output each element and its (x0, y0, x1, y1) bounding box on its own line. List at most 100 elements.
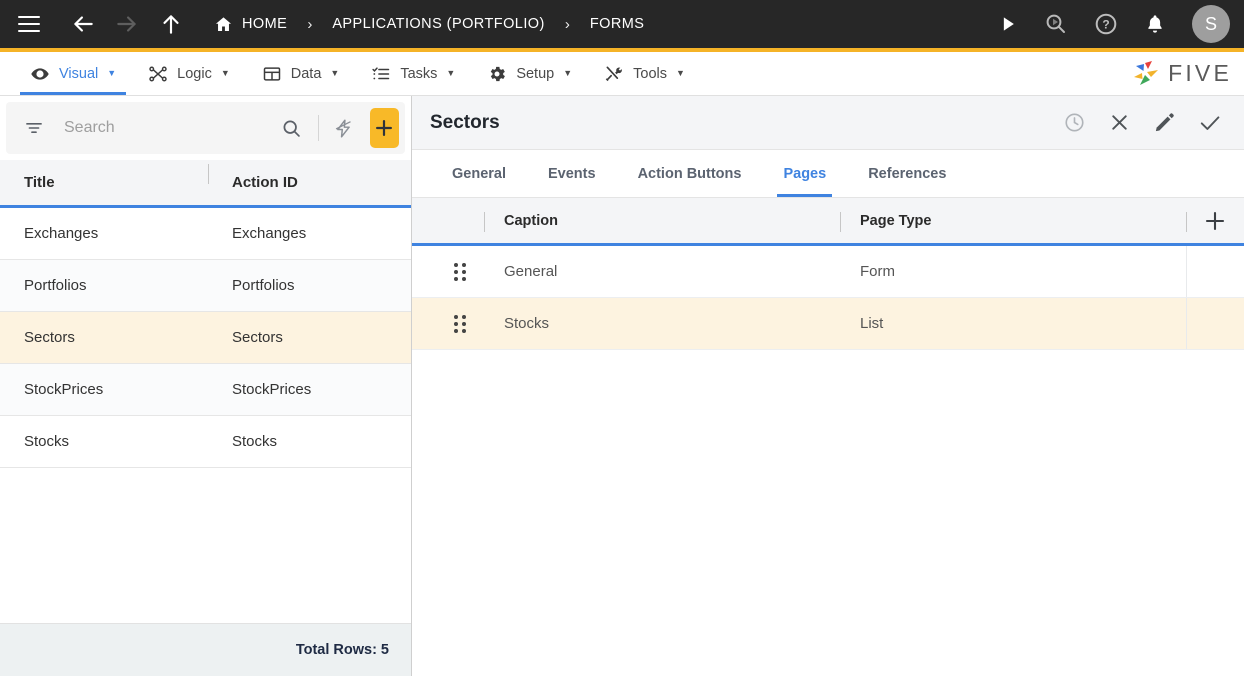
main-content: Title Action ID Exchanges Exchanges Port… (0, 96, 1244, 676)
chevron-down-icon: ▼ (220, 68, 230, 78)
detail-header: Sectors (412, 96, 1244, 150)
table-row[interactable]: Stocks Stocks (0, 416, 411, 468)
total-rows-footer: Total Rows: 5 (0, 623, 411, 676)
top-bar-actions: ? S (998, 5, 1230, 43)
cell-action-id: Exchanges (232, 225, 307, 242)
breadcrumb-item-applications[interactable]: APPLICATIONS (PORTFOLIO) (332, 16, 545, 32)
cell-action-id: Stocks (232, 433, 278, 450)
cell-action-id: Portfolios (232, 277, 295, 294)
tab-action-buttons[interactable]: Action Buttons (624, 150, 756, 197)
up-arrow-icon[interactable] (158, 11, 184, 37)
drag-handle-icon[interactable] (436, 246, 484, 297)
tab-label: References (868, 165, 947, 182)
cell-caption: General (504, 263, 558, 280)
breadcrumb-item-forms[interactable]: FORMS (590, 16, 645, 32)
menu-item-label: Visual (59, 65, 99, 82)
tab-label: Pages (783, 165, 827, 182)
logic-nodes-icon (148, 64, 168, 84)
menu-item-tools[interactable]: Tools ▼ (588, 52, 701, 95)
table-row[interactable]: StockPrices StockPrices (0, 364, 411, 416)
column-header-title[interactable]: Title (0, 174, 208, 191)
left-panel: Title Action ID Exchanges Exchanges Port… (0, 96, 412, 676)
column-header-page-type[interactable]: Page Type (840, 198, 1186, 243)
table-empty-space (412, 350, 1244, 676)
search-run-icon[interactable] (1044, 12, 1068, 36)
cell-caption: Stocks (504, 315, 550, 332)
chevron-down-icon: ▼ (676, 68, 685, 78)
menu-item-data[interactable]: Data ▼ (246, 52, 356, 95)
eye-icon (30, 64, 50, 84)
chevron-down-icon: ▼ (107, 68, 117, 78)
menu-item-label: Tools (633, 65, 667, 82)
pages-table-header: Caption Page Type (412, 198, 1244, 246)
cell-action-id: StockPrices (232, 381, 312, 398)
back-arrow-icon[interactable] (70, 11, 96, 37)
menu-item-setup[interactable]: Setup ▼ (471, 52, 588, 95)
search-bar (6, 102, 405, 154)
tab-events[interactable]: Events (534, 150, 610, 197)
five-logo: FIVE (1131, 52, 1244, 95)
breadcrumb: HOME › APPLICATIONS (PORTFOLIO) › FORMS (214, 15, 644, 34)
lightning-bolt-icon[interactable] (325, 114, 362, 143)
five-pinwheel-icon (1134, 60, 1159, 85)
page-title: Sectors (430, 111, 500, 133)
filter-icon[interactable] (16, 114, 52, 142)
add-page-button[interactable] (1186, 198, 1244, 243)
close-icon[interactable] (1108, 111, 1131, 134)
cell-page-type: List (860, 315, 884, 332)
menu-item-label: Logic (177, 65, 212, 82)
run-icon[interactable] (998, 14, 1018, 34)
logo-text: FIVE (1168, 60, 1232, 86)
avatar[interactable]: S (1192, 5, 1230, 43)
column-header-handle (436, 198, 484, 243)
cell-title: StockPrices (24, 381, 104, 398)
breadcrumb-separator-icon: › (307, 15, 313, 33)
menu-item-logic[interactable]: Logic ▼ (132, 52, 246, 95)
cell-action-id: Sectors (232, 329, 283, 346)
home-icon[interactable] (214, 15, 233, 34)
search-icon[interactable] (271, 114, 312, 143)
forms-table: Title Action ID Exchanges Exchanges Port… (0, 160, 411, 623)
notifications-bell-icon[interactable] (1144, 13, 1166, 35)
forms-table-header: Title Action ID (0, 160, 411, 208)
edit-pencil-icon[interactable] (1153, 111, 1176, 134)
menu-item-visual[interactable]: Visual ▼ (14, 52, 132, 95)
column-header-action-id[interactable]: Action ID (208, 164, 411, 191)
chevron-down-icon: ▼ (563, 68, 573, 78)
tab-references[interactable]: References (854, 150, 960, 197)
menu-item-tasks[interactable]: Tasks ▼ (355, 52, 471, 95)
svg-text:?: ? (1102, 18, 1109, 32)
table-row[interactable]: Portfolios Portfolios (0, 260, 411, 312)
save-check-icon[interactable] (1198, 111, 1222, 135)
top-bar: HOME › APPLICATIONS (PORTFOLIO) › FORMS … (0, 0, 1244, 52)
chevron-down-icon: ▼ (330, 68, 340, 78)
cell-actions (1186, 246, 1244, 297)
table-grid-icon (262, 64, 282, 84)
hamburger-icon[interactable] (18, 16, 40, 32)
table-row[interactable]: General Form (412, 246, 1244, 298)
column-header-caption[interactable]: Caption (484, 198, 840, 243)
add-form-button[interactable] (369, 108, 399, 148)
drag-handle-icon[interactable] (436, 298, 484, 349)
cell-actions (1186, 298, 1244, 349)
tab-pages[interactable]: Pages (769, 150, 840, 197)
cell-page-type: Form (860, 263, 895, 280)
table-row[interactable]: Exchanges Exchanges (0, 208, 411, 260)
gear-icon (487, 64, 507, 84)
right-panel: Sectors General Events Action Buttons Pa… (412, 96, 1244, 676)
cell-title: Stocks (24, 433, 70, 450)
search-input[interactable] (52, 119, 271, 137)
breadcrumb-separator-icon: › (564, 15, 570, 33)
history-clock-icon[interactable] (1063, 111, 1086, 134)
menu-item-label: Setup (516, 65, 555, 82)
help-icon[interactable]: ? (1094, 12, 1118, 36)
detail-tabs: General Events Action Buttons Pages Refe… (412, 150, 1244, 198)
forward-arrow-icon[interactable] (114, 11, 140, 37)
table-row-selected[interactable]: Sectors Sectors (0, 312, 411, 364)
breadcrumb-item-home[interactable]: HOME (242, 16, 287, 32)
menu-bar: Visual ▼ Logic ▼ Data ▼ Tasks ▼ Setup ▼ … (0, 52, 1244, 96)
tab-label: General (452, 165, 506, 182)
menu-item-label: Tasks (400, 65, 438, 82)
tab-general[interactable]: General (438, 150, 520, 197)
table-row-selected[interactable]: Stocks List (412, 298, 1244, 350)
